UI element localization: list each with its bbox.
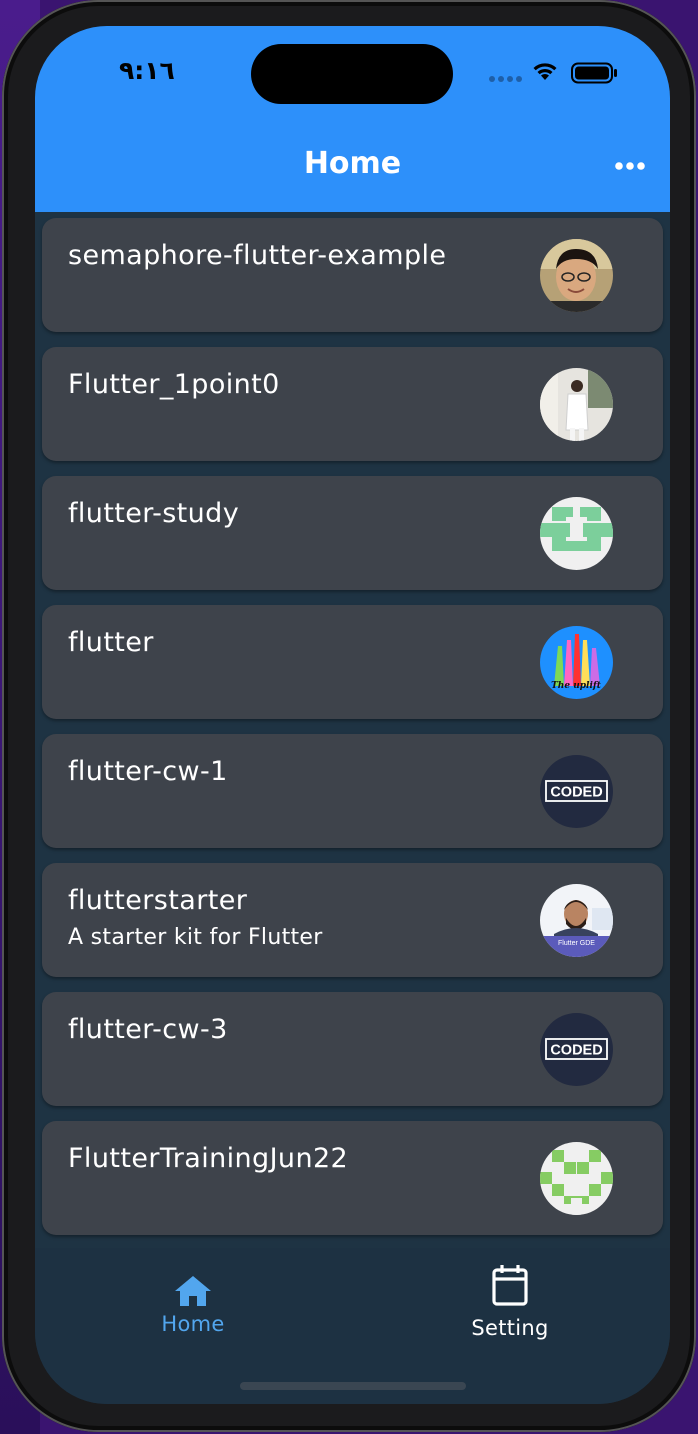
repo-title: flutter-cw-3 <box>68 1014 228 1045</box>
repo-title: flutter-cw-1 <box>68 756 228 787</box>
repo-title: flutter-study <box>68 498 240 529</box>
repo-title: flutter <box>68 627 154 658</box>
phone-frame: ٩:١٦ Home semaphore-flutter-example Flut… <box>2 0 696 1432</box>
repo-card[interactable]: semaphore-flutter-example <box>42 218 663 332</box>
repo-card[interactable]: flutter-cw-3 CODED <box>42 992 663 1106</box>
owner-avatar: The uplift <box>540 626 613 699</box>
calendar-icon <box>492 1265 528 1306</box>
nav-label-setting: Setting <box>471 1316 549 1340</box>
nav-item-home[interactable]: Home <box>113 1264 273 1336</box>
dynamic-island <box>251 44 453 104</box>
owner-avatar: CODED <box>540 1013 613 1086</box>
repo-title: FlutterTrainingJun22 <box>68 1143 349 1174</box>
repo-card[interactable]: flutter The uplift <box>42 605 663 719</box>
home-icon <box>175 1276 211 1306</box>
owner-avatar <box>540 1142 613 1215</box>
repo-card[interactable]: flutter-study <box>42 476 663 590</box>
repo-description: A starter kit for Flutter <box>68 925 323 950</box>
more-options-icon[interactable] <box>615 160 645 172</box>
owner-avatar <box>540 497 613 570</box>
page-title: Home <box>303 146 402 181</box>
repo-card[interactable]: flutterstarter A starter kit for Flutter… <box>42 863 663 977</box>
uplift-text: The uplift <box>551 681 602 691</box>
repo-card[interactable]: flutter-cw-1 CODED <box>42 734 663 848</box>
battery-icon <box>571 62 617 84</box>
owner-avatar: Flutter GDE <box>540 884 613 957</box>
owner-avatar <box>540 239 613 312</box>
nav-item-setting[interactable]: Setting <box>430 1264 590 1340</box>
home-indicator[interactable] <box>240 1382 466 1390</box>
repo-title: Flutter_1point0 <box>68 369 280 400</box>
repo-title: flutterstarter <box>68 885 248 916</box>
repo-card[interactable]: FlutterTrainingJun22 <box>42 1121 663 1235</box>
status-time: ٩:١٦ <box>119 56 175 85</box>
owner-avatar: CODED <box>540 755 613 828</box>
bottom-navigation-bar: Home Setting <box>35 1248 670 1404</box>
nav-label-home: Home <box>161 1312 225 1336</box>
coded-text: CODED <box>550 785 602 801</box>
app-screen: ٩:١٦ Home semaphore-flutter-example Flut… <box>35 26 670 1404</box>
repo-list[interactable]: semaphore-flutter-example Flutter_1point… <box>35 212 670 1248</box>
coded-text: CODED <box>550 1043 602 1059</box>
app-bar: ٩:١٦ Home <box>35 26 670 212</box>
gde-text: Flutter GDE <box>558 940 595 947</box>
wifi-icon <box>533 63 557 80</box>
cellular-signal-icon <box>489 76 523 84</box>
repo-card[interactable]: Flutter_1point0 <box>42 347 663 461</box>
owner-avatar <box>540 368 613 441</box>
repo-title: semaphore-flutter-example <box>68 240 447 271</box>
